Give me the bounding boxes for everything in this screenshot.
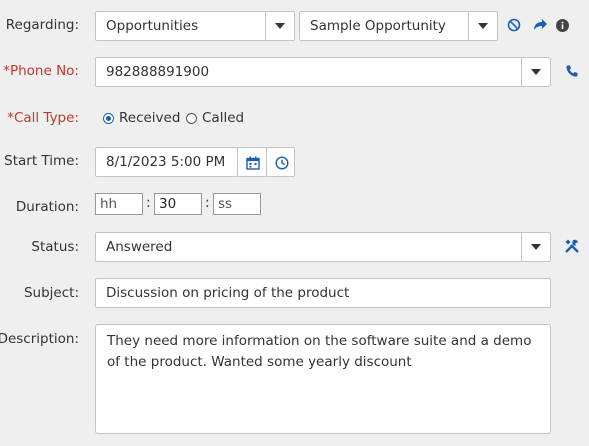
chevron-down-icon bbox=[275, 23, 285, 29]
status-select[interactable]: Answered bbox=[95, 232, 551, 262]
chevron-down-icon bbox=[478, 23, 488, 29]
duration-separator: : bbox=[205, 195, 210, 211]
start-time-label: Start Time: bbox=[4, 153, 79, 169]
status-label: Status: bbox=[31, 239, 79, 255]
duration-hours-placeholder: hh bbox=[100, 196, 118, 212]
subject-label: Subject: bbox=[23, 285, 79, 301]
chevron-down-icon bbox=[531, 69, 541, 75]
regarding-record-value: Sample Opportunity bbox=[310, 18, 446, 34]
phone-icon[interactable] bbox=[564, 63, 580, 79]
radio-called-label[interactable]: Called bbox=[202, 110, 244, 126]
radio-received[interactable] bbox=[103, 113, 114, 124]
subject-value: Discussion on pricing of the product bbox=[106, 285, 350, 301]
phone-value: 982888891900 bbox=[106, 64, 210, 80]
radio-called[interactable] bbox=[186, 113, 197, 124]
calendar-icon bbox=[245, 155, 260, 170]
regarding-label: Regarding: bbox=[5, 17, 79, 33]
calendar-button[interactable] bbox=[237, 147, 267, 177]
block-icon[interactable] bbox=[506, 17, 522, 33]
regarding-entity-dropdown-button[interactable] bbox=[265, 12, 294, 40]
radio-received-label[interactable]: Received bbox=[119, 110, 180, 126]
phone-select[interactable]: 982888891900 bbox=[95, 57, 551, 87]
duration-seconds-placeholder: ss bbox=[218, 196, 233, 212]
status-value: Answered bbox=[106, 239, 173, 255]
subject-input[interactable]: Discussion on pricing of the product bbox=[95, 278, 551, 308]
chevron-down-icon bbox=[531, 244, 541, 250]
share-arrow-icon[interactable] bbox=[531, 16, 549, 34]
duration-minutes-value: 30 bbox=[159, 196, 177, 212]
duration-hours-input[interactable]: hh bbox=[95, 193, 143, 215]
start-time-value: 8/1/2023 5:00 PM bbox=[106, 154, 226, 170]
duration-seconds-input[interactable]: ss bbox=[213, 193, 261, 215]
clock-icon bbox=[274, 155, 289, 170]
phone-dropdown-button[interactable] bbox=[521, 58, 550, 86]
regarding-entity-select[interactable]: Opportunities bbox=[95, 11, 295, 41]
duration-label: Duration: bbox=[15, 199, 79, 215]
status-dropdown-button[interactable] bbox=[521, 233, 550, 261]
phone-label: *Phone No: bbox=[3, 63, 79, 79]
tools-icon[interactable] bbox=[563, 237, 581, 255]
duration-minutes-input[interactable]: 30 bbox=[154, 193, 202, 215]
time-button[interactable] bbox=[266, 147, 295, 177]
call-type-label: *Call Type: bbox=[7, 110, 79, 126]
duration-separator: : bbox=[146, 195, 151, 211]
description-label: Description: bbox=[0, 331, 79, 347]
regarding-record-select[interactable]: Sample Opportunity bbox=[299, 11, 498, 41]
description-value: They need more information on the softwa… bbox=[107, 333, 532, 370]
info-icon[interactable] bbox=[555, 18, 569, 32]
start-time-input[interactable]: 8/1/2023 5:00 PM bbox=[95, 147, 238, 177]
regarding-entity-value: Opportunities bbox=[106, 18, 199, 34]
description-textarea[interactable]: They need more information on the softwa… bbox=[95, 324, 551, 434]
regarding-record-dropdown-button[interactable] bbox=[468, 12, 497, 40]
